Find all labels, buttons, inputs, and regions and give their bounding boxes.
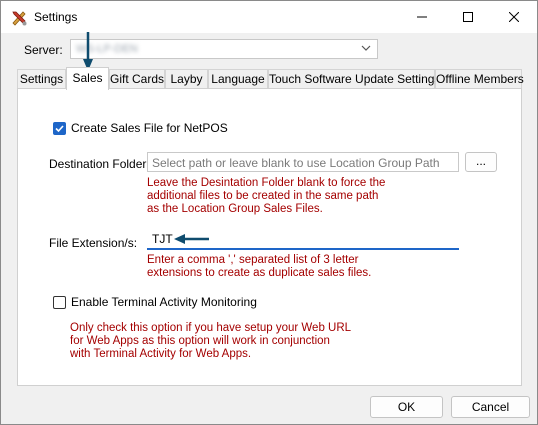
destination-folder-placeholder: Select path or leave blank to use Locati… <box>152 156 440 170</box>
destination-folder-label: Destination Folder: <box>49 157 150 171</box>
tab-sales[interactable]: Sales <box>66 67 109 90</box>
chevron-down-icon <box>361 45 371 51</box>
tab-strip: Settings Sales Gift Cards Layby Language… <box>17 67 524 90</box>
server-select[interactable]: WS-LP-DEN <box>70 39 378 59</box>
browse-button[interactable]: ... <box>465 152 497 172</box>
maximize-icon <box>463 12 473 22</box>
file-extension-label: File Extension/s: <box>49 236 138 250</box>
tab-offline-members[interactable]: Offline Members <box>435 69 524 88</box>
create-sales-file-checkbox[interactable] <box>53 122 66 135</box>
minimize-button[interactable] <box>399 1 445 33</box>
maximize-button[interactable] <box>445 1 491 33</box>
title-bar: Settings <box>1 1 537 33</box>
tab-language[interactable]: Language <box>208 69 268 88</box>
server-label: Server: <box>24 43 63 57</box>
file-extension-help: Enter a comma ',' separated list of 3 le… <box>147 254 372 279</box>
terminal-activity-label: Enable Terminal Activity Monitoring <box>71 295 257 309</box>
terminal-activity-help: Only check this option if you have setup… <box>70 322 352 360</box>
terminal-activity-checkbox[interactable] <box>53 296 66 309</box>
tab-settings[interactable]: Settings <box>17 69 66 88</box>
cancel-button[interactable]: Cancel <box>451 396 530 418</box>
ok-button[interactable]: OK <box>370 396 443 418</box>
minimize-icon <box>417 16 427 18</box>
destination-folder-help: Leave the Desintation Folder blank to fo… <box>147 177 386 215</box>
tab-layby[interactable]: Layby <box>165 69 208 88</box>
create-sales-file-label: Create Sales File for NetPOS <box>71 121 228 135</box>
close-button[interactable] <box>491 1 537 33</box>
destination-folder-input[interactable]: Select path or leave blank to use Locati… <box>147 152 459 172</box>
close-icon <box>509 12 519 22</box>
window-title: Settings <box>34 10 78 24</box>
tools-icon <box>12 11 27 26</box>
tab-touch-software-update-settings[interactable]: Touch Software Update Settings <box>268 69 440 88</box>
file-extension-value: TJT <box>152 232 173 246</box>
settings-window: Settings Server: WS-LP-DEN Settings Sale… <box>0 0 538 425</box>
sales-tab-panel: Create Sales File for NetPOS Destination… <box>17 88 522 386</box>
annotation-arrow-left <box>174 234 209 244</box>
check-icon <box>55 125 64 133</box>
tab-gift-cards[interactable]: Gift Cards <box>109 69 165 88</box>
